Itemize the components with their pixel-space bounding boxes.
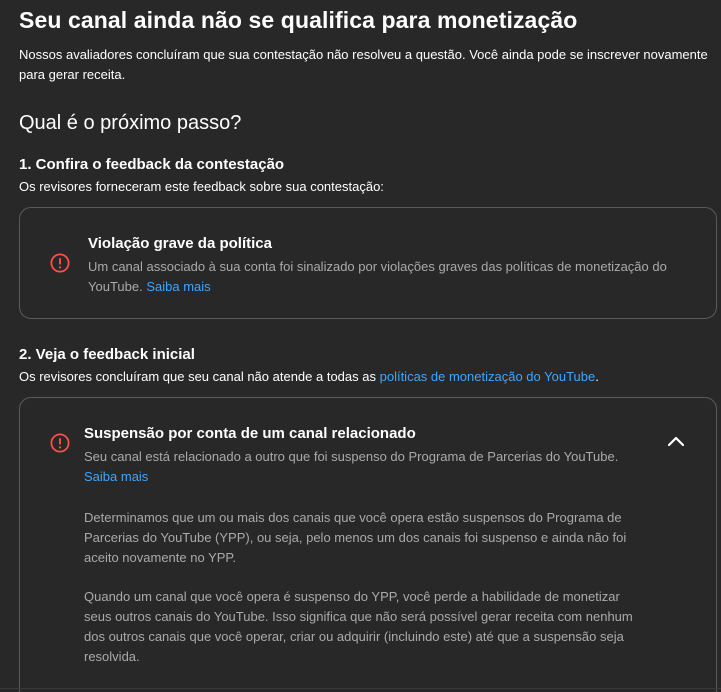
initial-feedback-card: Suspensão por conta de um canal relacion… (19, 397, 717, 692)
bottom-divider (0, 688, 721, 689)
alert-circle-icon (50, 433, 70, 453)
page-title: Seu canal ainda não se qualifica para mo… (19, 7, 578, 33)
next-steps-heading: Qual é o próximo passo? (19, 112, 242, 134)
learn-more-link[interactable]: Saiba mais (146, 279, 210, 294)
card-summary: Seu canal está relacionado a outro que f… (84, 447, 624, 487)
card-summary-text: Seu canal está relacionado a outro que f… (84, 449, 619, 464)
step1-title: 1. Confira o feedback da contestação (19, 156, 285, 173)
step1-description: Os revisores forneceram este feedback so… (19, 179, 384, 194)
card-paragraph-2: Quando um canal que você opera é suspens… (84, 589, 633, 664)
step2-description-text: Os revisores concluíram que seu canal nã… (19, 369, 380, 384)
chevron-up-icon[interactable] (666, 434, 686, 448)
learn-more-link[interactable]: Saiba mais (84, 469, 148, 484)
card-title: Suspensão por conta de um canal relacion… (84, 425, 416, 442)
page-intro: Nossos avaliadores concluíram que sua co… (19, 47, 708, 82)
card-title: Violação grave da política (88, 235, 272, 252)
step2-description: Os revisores concluíram que seu canal nã… (19, 369, 599, 384)
appeal-feedback-card: Violação grave da política Um canal asso… (19, 207, 717, 319)
card-paragraph-1: Determinamos que um ou mais dos canais q… (84, 510, 627, 565)
alert-circle-icon (50, 253, 70, 273)
step2-description-suffix: . (595, 369, 599, 384)
step2-title: 2. Veja o feedback inicial (19, 346, 195, 363)
monetization-policies-link[interactable]: políticas de monetização do YouTube (380, 369, 596, 384)
card-body: Um canal associado à sua conta foi sinal… (88, 257, 688, 297)
